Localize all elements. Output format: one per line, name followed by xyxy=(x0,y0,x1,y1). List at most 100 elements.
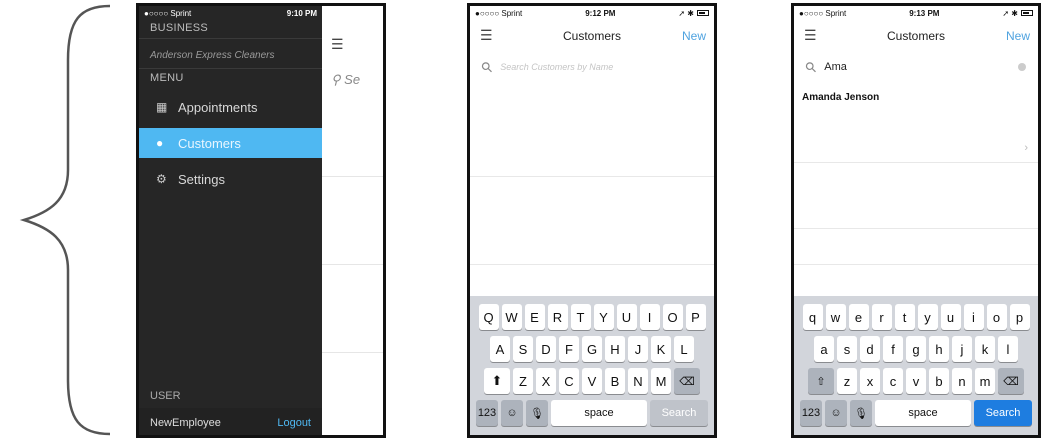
key[interactable]: S xyxy=(513,336,533,362)
search-input[interactable]: Search Customers by Name xyxy=(500,62,613,72)
space-key[interactable]: space xyxy=(875,400,971,426)
key[interactable]: Y xyxy=(593,304,614,330)
shift-key[interactable]: ⇧ xyxy=(808,368,834,394)
keyboard-row-3: ⬆ Z X C V B N M ⌫ xyxy=(470,368,714,394)
key[interactable]: i xyxy=(963,304,984,330)
key[interactable]: U xyxy=(616,304,637,330)
menu-item-settings[interactable]: ⚙ Settings xyxy=(139,164,322,194)
key[interactable]: q xyxy=(802,304,823,330)
key[interactable]: b xyxy=(929,368,949,394)
key[interactable]: T xyxy=(570,304,591,330)
key[interactable]: F xyxy=(559,336,579,362)
search-icon: ⚲ xyxy=(331,72,341,87)
microphone-icon[interactable]: 🎙 xyxy=(526,400,548,426)
microphone-icon[interactable]: 🎙 xyxy=(850,400,872,426)
key[interactable]: X xyxy=(536,368,556,394)
page-title: Customers xyxy=(562,29,621,43)
emoji-icon[interactable]: ☺ xyxy=(825,400,847,426)
divider xyxy=(139,38,322,39)
menu-icon[interactable]: ☰ xyxy=(480,27,493,44)
key[interactable]: P xyxy=(685,304,706,330)
carrier: ●○○○○ Sprint xyxy=(475,8,523,18)
clock: 9:12 PM xyxy=(585,8,616,18)
key[interactable]: f xyxy=(883,336,903,362)
key[interactable]: A xyxy=(490,336,510,362)
key[interactable]: E xyxy=(524,304,545,330)
key[interactable]: h xyxy=(929,336,949,362)
new-button[interactable]: New xyxy=(1006,29,1030,43)
backspace-key[interactable]: ⌫ xyxy=(674,368,700,394)
logout-link[interactable]: Logout xyxy=(277,417,311,429)
key[interactable]: B xyxy=(605,368,625,394)
keyboard-row-2: A S D F G H J K L xyxy=(470,336,714,362)
key[interactable]: I xyxy=(639,304,660,330)
key[interactable]: D xyxy=(536,336,556,362)
search-icon: ⚲ xyxy=(477,57,497,76)
key[interactable]: k xyxy=(975,336,995,362)
key[interactable]: o xyxy=(986,304,1007,330)
divider xyxy=(794,228,1038,229)
customer-result-name[interactable]: Amanda Jenson xyxy=(802,92,879,103)
key[interactable]: G xyxy=(582,336,602,362)
key[interactable]: Z xyxy=(513,368,533,394)
key[interactable]: K xyxy=(651,336,671,362)
key[interactable]: c xyxy=(883,368,903,394)
key[interactable]: r xyxy=(871,304,892,330)
key[interactable]: W xyxy=(501,304,522,330)
divider xyxy=(139,68,322,69)
key[interactable]: u xyxy=(940,304,961,330)
search-key[interactable]: Search xyxy=(650,400,708,426)
key[interactable]: g xyxy=(906,336,926,362)
emoji-icon[interactable]: ☺ xyxy=(501,400,523,426)
clear-search-icon[interactable] xyxy=(1018,63,1026,71)
key[interactable]: v xyxy=(906,368,926,394)
numbers-key[interactable]: 123 xyxy=(476,400,498,426)
key[interactable]: C xyxy=(559,368,579,394)
menu-item-appointments[interactable]: ▦ Appointments xyxy=(139,92,322,122)
search-bar[interactable]: ⚲ Ama xyxy=(794,54,1038,80)
key[interactable]: a xyxy=(814,336,834,362)
space-key[interactable]: space xyxy=(551,400,647,426)
key[interactable]: m xyxy=(975,368,995,394)
key[interactable]: L xyxy=(674,336,694,362)
key[interactable]: p xyxy=(1009,304,1030,330)
key[interactable]: d xyxy=(860,336,880,362)
search-input[interactable]: Ama xyxy=(824,61,847,73)
key[interactable]: N xyxy=(628,368,648,394)
key[interactable]: M xyxy=(651,368,671,394)
key[interactable]: e xyxy=(848,304,869,330)
key[interactable]: V xyxy=(582,368,602,394)
shift-key[interactable]: ⬆ xyxy=(484,368,510,394)
search-key[interactable]: Search xyxy=(974,400,1032,426)
divider xyxy=(794,162,1038,163)
person-icon: ● xyxy=(156,136,164,150)
chevron-right-icon[interactable]: › xyxy=(1024,142,1028,154)
keyboard-row-3: ⇧ z x c v b n m ⌫ xyxy=(794,368,1038,394)
new-button[interactable]: New xyxy=(682,29,706,43)
key[interactable]: O xyxy=(662,304,683,330)
search-bar[interactable]: ⚲ Search Customers by Name xyxy=(470,54,714,80)
key[interactable]: y xyxy=(917,304,938,330)
menu-icon[interactable]: ☰ xyxy=(804,27,817,44)
key[interactable]: t xyxy=(894,304,915,330)
battery-icon xyxy=(1021,10,1033,17)
key[interactable]: n xyxy=(952,368,972,394)
backspace-key[interactable]: ⌫ xyxy=(998,368,1024,394)
key[interactable]: R xyxy=(547,304,568,330)
key[interactable]: Q xyxy=(478,304,499,330)
divider xyxy=(470,264,714,265)
key[interactable]: H xyxy=(605,336,625,362)
numbers-key[interactable]: 123 xyxy=(800,400,822,426)
key[interactable]: j xyxy=(952,336,972,362)
keyboard: q w e r t y u i o p a s d f g h j k l ⇧ … xyxy=(794,296,1038,435)
menu-icon[interactable]: ☰ xyxy=(331,36,344,53)
key[interactable]: w xyxy=(825,304,846,330)
key[interactable]: z xyxy=(837,368,857,394)
key[interactable]: J xyxy=(628,336,648,362)
key[interactable]: x xyxy=(860,368,880,394)
key[interactable]: l xyxy=(998,336,1018,362)
key[interactable]: s xyxy=(837,336,857,362)
menu-item-customers[interactable]: ● Customers xyxy=(139,128,322,158)
gears-icon: ⚙ xyxy=(156,172,167,186)
keyboard-row-4: 123 ☺ 🎙 space Search xyxy=(470,400,714,426)
